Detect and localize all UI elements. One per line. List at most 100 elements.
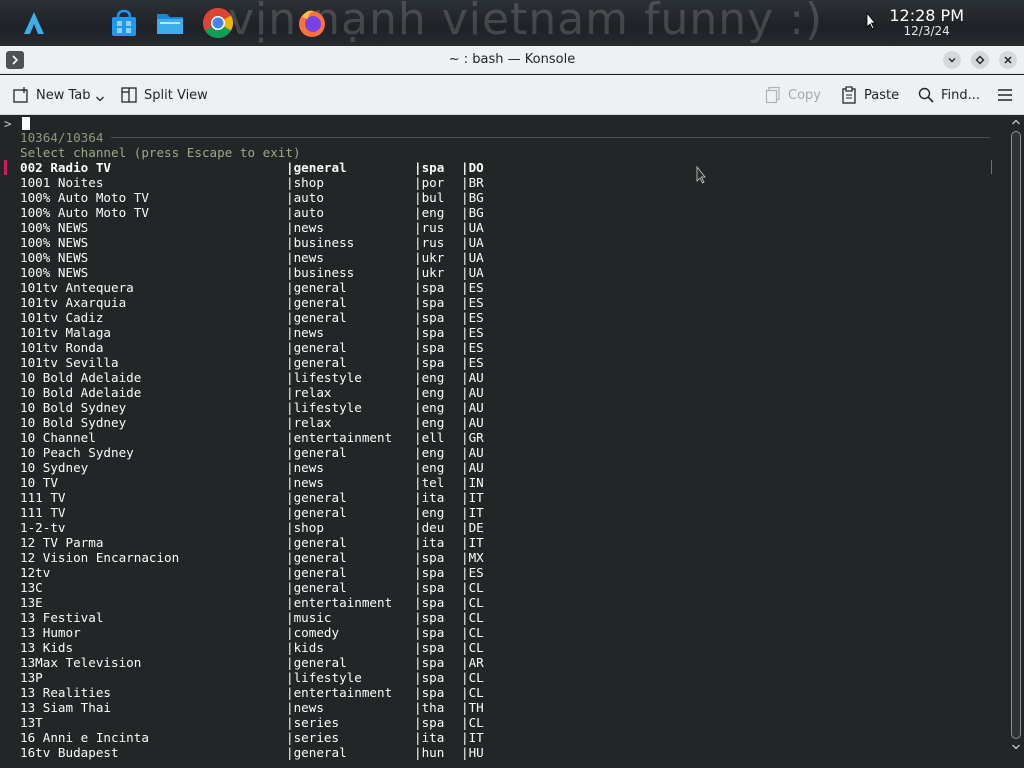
channel-row[interactable]: 101tv Malaga |news |spa |ES <box>0 325 1008 340</box>
channel-country: |AR <box>461 655 484 670</box>
channel-language: |spa <box>414 640 445 655</box>
channel-language: |por <box>414 175 445 190</box>
channel-row[interactable]: 10 TV |news |tel |IN <box>0 475 1008 490</box>
channel-row[interactable]: 101tv Axarquia |general |spa |ES <box>0 295 1008 310</box>
channel-name: 10 Peach Sydney <box>20 445 134 460</box>
channel-row[interactable]: 10 Sydney |news |eng |AU <box>0 460 1008 475</box>
channel-name: 111 TV <box>20 490 66 505</box>
channel-country: |AU <box>461 400 484 415</box>
channel-list[interactable]: 002 Radio TV |general |spa |DO 1001 Noites |s… <box>0 160 1008 760</box>
channel-name: 100% NEWS <box>20 250 89 265</box>
channel-row[interactable]: 101tv Sevilla |general |spa |ES <box>0 355 1008 370</box>
clock-time: 12:28 PM <box>889 6 964 25</box>
channel-category: |kids <box>286 640 324 655</box>
channel-language: |eng <box>414 205 445 220</box>
new-tab-button[interactable]: New Tab <box>12 84 105 106</box>
channel-row[interactable]: 13C |general |spa |CL <box>0 580 1008 595</box>
channel-row[interactable]: 111 TV |general |ita |IT <box>0 490 1008 505</box>
channel-row[interactable]: 12tv |general |spa |ES <box>0 565 1008 580</box>
channel-name: 12 TV Parma <box>20 535 104 550</box>
channel-category: |general <box>286 745 347 760</box>
find-button[interactable]: Find... <box>917 84 980 106</box>
channel-row[interactable]: 13Max Television |general |spa |AR <box>0 655 1008 670</box>
channel-row-selected[interactable]: 002 Radio TV |general |spa |DO <box>0 160 1008 175</box>
channel-row[interactable]: 10 Bold Sydney |lifestyle |eng |AU <box>0 400 1008 415</box>
channel-row[interactable]: 101tv Ronda |general |spa |ES <box>0 340 1008 355</box>
channel-country: |TH <box>461 700 484 715</box>
channel-row[interactable]: 10 Bold Sydney |relax |eng |AU <box>0 415 1008 430</box>
channel-row[interactable]: 100% NEWS |business |rus |UA <box>0 235 1008 250</box>
channel-country: |ES <box>461 280 484 295</box>
firefox-icon[interactable] <box>296 7 328 39</box>
channel-row[interactable]: 12 TV Parma |general |ita |IT <box>0 535 1008 550</box>
file-manager-icon[interactable] <box>154 7 186 39</box>
discover-store-icon[interactable] <box>108 7 140 39</box>
window-titlebar[interactable]: ~ : bash — Konsole <box>0 46 1024 74</box>
maximize-button[interactable] <box>971 51 989 69</box>
channel-row[interactable]: 100% NEWS |news |ukr |UA <box>0 250 1008 265</box>
channel-language: |tha <box>414 700 445 715</box>
channel-category: |entertainment <box>286 685 393 700</box>
channel-row[interactable]: 10 Bold Adelaide |relax |eng |AU <box>0 385 1008 400</box>
find-label: Find... <box>941 87 981 103</box>
channel-row[interactable]: 16 Anni e Incinta |series |ita |IT <box>0 730 1008 745</box>
channel-country: |GR <box>461 430 484 445</box>
channel-category: |general <box>286 160 347 175</box>
scroll-up-icon[interactable] <box>1011 117 1021 127</box>
channel-row[interactable]: 13 Siam Thai |news |tha |TH <box>0 700 1008 715</box>
channel-category: |lifestyle <box>286 400 362 415</box>
channel-name: 10 Bold Adelaide <box>20 385 142 400</box>
channel-category: |general <box>286 310 347 325</box>
channel-row[interactable]: 10 Bold Adelaide |lifestyle |eng |AU <box>0 370 1008 385</box>
mouse-pointer-icon <box>696 165 706 187</box>
channel-category: |general <box>286 280 347 295</box>
channel-row[interactable]: 1-2-tv |shop |deu |DE <box>0 520 1008 535</box>
new-tab-icon <box>13 87 28 103</box>
paste-button[interactable]: Paste <box>840 84 899 106</box>
channel-row[interactable]: 1001 Noites |shop |por |BR <box>0 175 1008 190</box>
channel-name: 12tv <box>20 565 51 580</box>
split-view-button[interactable]: Split View <box>120 84 208 106</box>
copy-button[interactable]: Copy <box>764 84 821 106</box>
channel-country: |AU <box>461 445 484 460</box>
channel-country: |CL <box>461 595 484 610</box>
channel-language: |eng <box>414 505 445 520</box>
channel-row[interactable]: 13T |series |spa |CL <box>0 715 1008 730</box>
channel-row[interactable]: 100% Auto Moto TV |auto |bul |BG <box>0 190 1008 205</box>
channel-row[interactable]: 111 TV |general |eng |IT <box>0 505 1008 520</box>
channel-country: |CL <box>461 715 484 730</box>
hamburger-menu-button[interactable] <box>996 84 1014 106</box>
channel-row[interactable]: 100% NEWS |business |ukr |UA <box>0 265 1008 280</box>
minimize-button[interactable] <box>943 51 961 69</box>
channel-row[interactable]: 13 Realities |entertainment |spa |CL <box>0 685 1008 700</box>
channel-row[interactable]: 12 Vision Encarnacion |general |spa |MX <box>0 550 1008 565</box>
scrollbar-thumb[interactable] <box>1011 131 1021 739</box>
terminal-scrollbar[interactable] <box>1008 115 1024 768</box>
channel-language: |spa <box>414 595 445 610</box>
channel-row[interactable]: 100% Auto Moto TV |auto |eng |BG <box>0 205 1008 220</box>
copy-label: Copy <box>788 87 821 103</box>
terminal-view[interactable]: > 10364/10364 Select channel (press Esca… <box>0 115 1008 768</box>
app-launcher-icon[interactable] <box>18 8 50 40</box>
chrome-icon[interactable] <box>202 7 234 39</box>
channel-category: |relax <box>286 385 332 400</box>
channel-row[interactable]: 13E |entertainment |spa |CL <box>0 595 1008 610</box>
channel-row[interactable]: 101tv Cadiz |general |spa |ES <box>0 310 1008 325</box>
close-button[interactable] <box>999 51 1017 69</box>
channel-row[interactable]: 13 Festival |music |spa |CL <box>0 610 1008 625</box>
clock[interactable]: 12:28 PM 12/3/24 <box>889 6 964 38</box>
channel-language: |spa <box>414 610 445 625</box>
scroll-down-icon[interactable] <box>1011 742 1021 752</box>
channel-category: |entertainment <box>286 430 393 445</box>
channel-row[interactable]: 13 Humor |comedy |spa |CL <box>0 625 1008 640</box>
channel-row[interactable]: 16tv Budapest |general |hun |HU <box>0 745 1008 760</box>
channel-row[interactable]: 13P |lifestyle |spa |CL <box>0 670 1008 685</box>
channel-row[interactable]: 13 Kids |kids |spa |CL <box>0 640 1008 655</box>
channel-row[interactable]: 101tv Antequera |general |spa |ES <box>0 280 1008 295</box>
channel-category: |comedy <box>286 625 340 640</box>
prompt-line[interactable]: > <box>4 116 30 131</box>
channel-language: |ita <box>414 730 445 745</box>
channel-row[interactable]: 10 Channel |entertainment |ell |GR <box>0 430 1008 445</box>
channel-row[interactable]: 10 Peach Sydney |general |eng |AU <box>0 445 1008 460</box>
channel-row[interactable]: 100% NEWS |news |rus |UA <box>0 220 1008 235</box>
